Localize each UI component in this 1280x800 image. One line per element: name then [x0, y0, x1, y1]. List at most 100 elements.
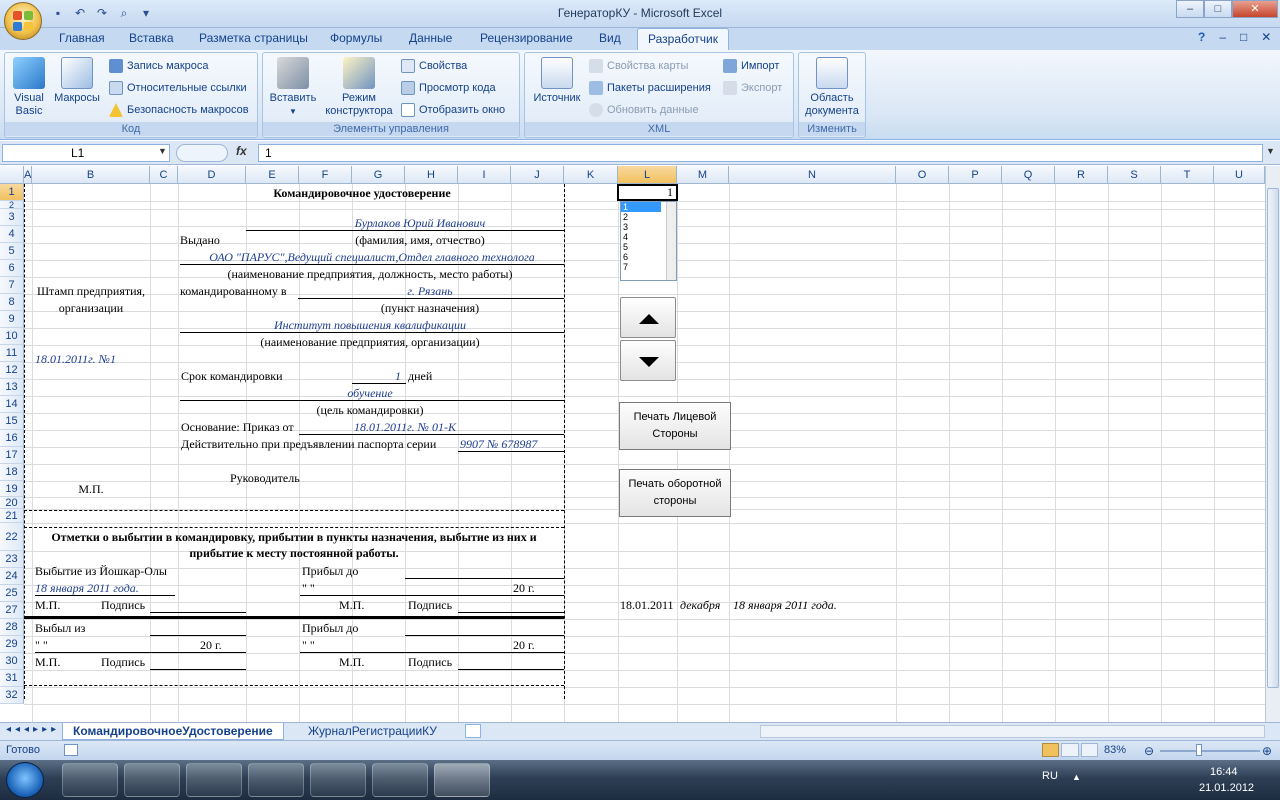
row-header-21[interactable]: 21	[0, 509, 24, 523]
column-header-q[interactable]: Q	[1002, 166, 1055, 184]
minimize-button[interactable]: –	[1176, 0, 1204, 18]
formula-input[interactable]: 1	[258, 144, 1263, 162]
insert-function-icon[interactable]: fx	[236, 144, 247, 158]
export-button[interactable]: Экспорт	[723, 81, 782, 95]
word-icon[interactable]	[310, 763, 366, 797]
insert-sheet-icon[interactable]	[465, 724, 481, 738]
column-header-k[interactable]: K	[564, 166, 618, 184]
office-button[interactable]	[4, 2, 42, 40]
tab-view[interactable]: Вид	[599, 31, 621, 45]
number-listbox[interactable]: 1 2 3 4 5 6 7	[620, 201, 677, 281]
ribbon-minimize-button[interactable]: –	[1219, 30, 1226, 44]
row-header-5[interactable]: 5	[0, 243, 24, 260]
document-panel-button[interactable]: Область документа	[801, 57, 863, 118]
column-header-i[interactable]: I	[458, 166, 511, 184]
record-macro-button[interactable]: Запись макроса	[109, 59, 209, 73]
expansion-packs-button[interactable]: Пакеты расширения	[589, 81, 711, 95]
close-button[interactable]: ✕	[1232, 0, 1278, 18]
zoom-out-icon[interactable]: ⊖	[1144, 744, 1154, 758]
page-layout-view-icon[interactable]	[1061, 743, 1079, 757]
sheet-tab-registry[interactable]: ЖурналРегистрацииКУ	[298, 723, 447, 740]
row-header-27[interactable]: 27	[0, 602, 24, 619]
zoom-in-icon[interactable]: ⊕	[1262, 744, 1272, 758]
column-header-s[interactable]: S	[1108, 166, 1161, 184]
row-header-30[interactable]: 30	[0, 653, 24, 670]
row-header-17[interactable]: 17	[0, 447, 24, 464]
sheet-nav-arrows-icon[interactable]: ◂◂◂▸▸▸	[6, 724, 60, 735]
ribbon-restore-button[interactable]: □	[1240, 30, 1247, 44]
zoom-level[interactable]: 83%	[1104, 744, 1126, 756]
media-player-icon[interactable]	[186, 763, 242, 797]
column-header-l[interactable]: L	[618, 166, 677, 184]
skype-icon[interactable]	[248, 763, 304, 797]
expand-formula-bar-icon[interactable]: ▼	[1266, 146, 1275, 156]
row-header-11[interactable]: 11	[0, 345, 24, 362]
row-header-29[interactable]: 29	[0, 636, 24, 653]
row-header-4[interactable]: 4	[0, 226, 24, 243]
name-box-dropdown-icon[interactable]: ▼	[158, 146, 167, 156]
select-all-corner[interactable]	[0, 166, 24, 184]
column-header-a[interactable]: A	[24, 166, 32, 184]
maximize-button[interactable]: □	[1204, 0, 1232, 18]
macro-security-button[interactable]: Безопасность макросов	[109, 103, 249, 117]
design-mode-button[interactable]: Режим конструктора	[321, 57, 397, 118]
view-code-button[interactable]: Просмотр кода	[401, 81, 496, 95]
zoom-slider-thumb[interactable]	[1196, 744, 1202, 756]
tab-data[interactable]: Данные	[409, 31, 452, 45]
row-header-25[interactable]: 25	[0, 585, 24, 602]
row-header-28[interactable]: 28	[0, 619, 24, 636]
row-header-20[interactable]: 20	[0, 497, 24, 509]
list-item[interactable]: 1	[621, 202, 661, 212]
horizontal-scrollbar[interactable]	[760, 725, 1265, 738]
column-header-b[interactable]: B	[32, 166, 150, 184]
visual-basic-button[interactable]: Visual Basic	[9, 57, 49, 118]
column-header-g[interactable]: G	[352, 166, 405, 184]
properties-button[interactable]: Свойства	[401, 59, 467, 73]
sheet-tab-travel-certificate[interactable]: КомандировочноеУдостоверение	[62, 723, 284, 740]
formula-bar-splitter[interactable]	[176, 144, 228, 162]
column-header-n[interactable]: N	[729, 166, 896, 184]
tab-insert[interactable]: Вставка	[129, 31, 174, 45]
column-header-c[interactable]: C	[150, 166, 178, 184]
vertical-scroll-thumb[interactable]	[1267, 188, 1279, 688]
show-dialog-button[interactable]: Отобразить окно	[401, 103, 505, 117]
column-header-f[interactable]: F	[299, 166, 352, 184]
insert-control-button[interactable]: Вставить ▼	[267, 57, 319, 118]
tray-expand-icon[interactable]: ▲	[1072, 772, 1081, 782]
column-header-o[interactable]: O	[896, 166, 949, 184]
row-header-14[interactable]: 14	[0, 396, 24, 413]
row-header-15[interactable]: 15	[0, 413, 24, 430]
column-header-d[interactable]: D	[178, 166, 246, 184]
row-header-6[interactable]: 6	[0, 260, 24, 277]
row-header-13[interactable]: 13	[0, 379, 24, 396]
spin-down-button[interactable]	[620, 340, 676, 381]
clock-time[interactable]: 16:44	[1210, 766, 1238, 778]
row-header-9[interactable]: 9	[0, 311, 24, 328]
tab-home[interactable]: Главная	[59, 31, 105, 45]
language-indicator[interactable]: RU	[1042, 770, 1058, 782]
clock-date[interactable]: 21.01.2012	[1199, 782, 1254, 794]
help-icon[interactable]: ?	[1198, 30, 1205, 44]
column-header-r[interactable]: R	[1055, 166, 1108, 184]
name-box[interactable]: L1	[2, 144, 170, 162]
row-header-31[interactable]: 31	[0, 670, 24, 687]
normal-view-icon[interactable]	[1042, 743, 1060, 757]
active-cell-l1[interactable]: 1	[617, 184, 678, 201]
tab-formulas[interactable]: Формулы	[330, 31, 382, 45]
column-header-p[interactable]: P	[949, 166, 1002, 184]
macros-button[interactable]: Макросы	[51, 57, 103, 105]
column-header-e[interactable]: E	[246, 166, 299, 184]
row-header-3[interactable]: 3	[0, 209, 24, 226]
row-header-1[interactable]: 1	[0, 184, 24, 201]
column-header-u[interactable]: U	[1214, 166, 1265, 184]
macro-record-icon[interactable]	[64, 744, 78, 756]
paint-icon[interactable]	[372, 763, 428, 797]
row-header-19[interactable]: 19	[0, 481, 24, 497]
row-header-7[interactable]: 7	[0, 277, 24, 294]
zoom-slider[interactable]	[1160, 750, 1260, 752]
column-header-t[interactable]: T	[1161, 166, 1214, 184]
print-back-button[interactable]: Печать оборотной стороны	[619, 469, 731, 517]
tab-review[interactable]: Рецензирование	[480, 31, 573, 45]
print-front-button[interactable]: Печать Лицевой Стороны	[619, 402, 731, 450]
source-button[interactable]: Источник	[529, 57, 585, 105]
